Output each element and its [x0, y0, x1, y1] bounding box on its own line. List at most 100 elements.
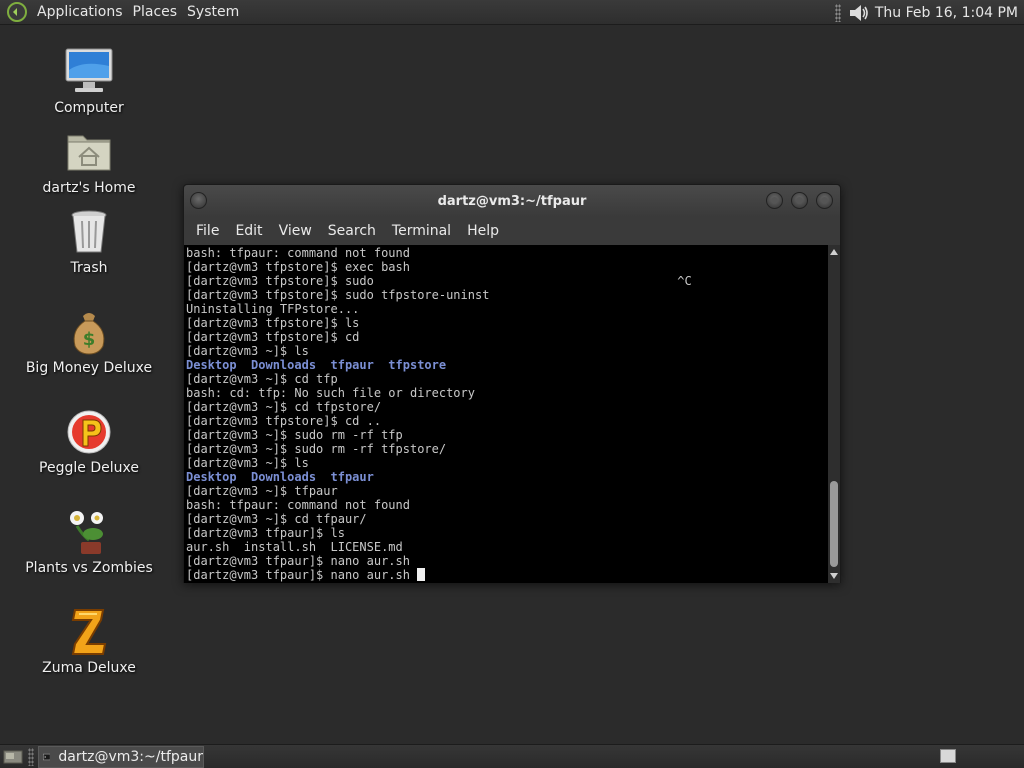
terminal-window: dartz@vm3:~/tfpaur File Edit View Search… [183, 184, 841, 583]
desktop-icon-home[interactable]: dartz's Home [24, 126, 154, 196]
scroll-down-arrow-icon[interactable] [830, 573, 838, 579]
desktop-icon-label: Big Money Deluxe [25, 360, 153, 376]
menu-terminal[interactable]: Terminal [384, 223, 459, 239]
terminal-line: [dartz@vm3 tfpstore]$ exec bash [186, 260, 822, 274]
directory-listing: Desktop Downloads tfpaur [186, 470, 374, 484]
terminal-line: Desktop Downloads tfpaur [186, 470, 822, 484]
terminal-line: Desktop Downloads tfpaur tfpstore [186, 358, 822, 372]
home-folder-icon [67, 135, 111, 171]
terminal-line: [dartz@vm3 tfpstore]$ sudo ^C [186, 274, 822, 288]
terminal-line-text: [dartz@vm3 ~]$ tfpaur [186, 484, 338, 498]
terminal-line: [dartz@vm3 tfpstore]$ cd .. [186, 414, 822, 428]
menu-logo-icon[interactable] [6, 1, 28, 23]
panel-handle [834, 3, 841, 22]
menu-file[interactable]: File [188, 223, 227, 239]
desktop-icon-computer[interactable]: Computer [24, 46, 154, 116]
terminal-line-text: [dartz@vm3 ~]$ ls [186, 456, 309, 470]
desktop-icon-label: Trash [70, 260, 108, 276]
terminal-line-text: [dartz@vm3 tfpstore]$ exec bash [186, 260, 410, 274]
desktop-icon-big-money[interactable]: $ Big Money Deluxe [24, 306, 154, 376]
speaker-icon[interactable] [847, 2, 871, 24]
clock[interactable]: Thu Feb 16, 1:04 PM [875, 5, 1020, 21]
terminal-line-text: [dartz@vm3 ~]$ sudo rm -rf tfp [186, 428, 403, 442]
menu-view[interactable]: View [271, 223, 320, 239]
terminal-line: [dartz@vm3 tfpaur]$ nano aur.sh [186, 554, 822, 568]
terminal-line: [dartz@vm3 ~]$ ls [186, 456, 822, 470]
terminal-line: [dartz@vm3 ~]$ cd tfpstore/ [186, 400, 822, 414]
terminal-line: Uninstalling TFPstore... [186, 302, 822, 316]
terminal-line: [dartz@vm3 tfpaur]$ ls [186, 526, 822, 540]
applications-menu[interactable]: Applications [32, 4, 128, 20]
terminal-line-text: [dartz@vm3 ~]$ cd tfpaur/ [186, 512, 367, 526]
places-menu[interactable]: Places [128, 4, 183, 20]
menu-search[interactable]: Search [320, 223, 384, 239]
terminal-line-text: [dartz@vm3 tfpstore]$ ls [186, 316, 360, 330]
terminal-line-text: bash: tfpaur: command not found [186, 498, 410, 512]
terminal-line-text: [dartz@vm3 tfpaur]$ nano aur.sh [186, 554, 410, 568]
bottom-panel: dartz@vm3:~/tfpaur [0, 744, 1024, 768]
terminal-line: bash: tfpaur: command not found [186, 246, 822, 260]
window-menu-button[interactable] [190, 192, 207, 209]
terminal-line-text: Uninstalling TFPstore... [186, 302, 360, 316]
scroll-up-arrow-icon[interactable] [830, 249, 838, 255]
terminal-line: [dartz@vm3 ~]$ cd tfp [186, 372, 822, 386]
taskbar-task-label: dartz@vm3:~/tfpaur [58, 748, 203, 765]
terminal-area[interactable]: bash: tfpaur: command not found [dartz@vm… [184, 245, 840, 583]
terminal-line-text: [dartz@vm3 tfpstore]$ cd .. [186, 414, 382, 428]
terminal-line-text: [dartz@vm3 tfpaur]$ ls [186, 526, 345, 540]
plants-icon [70, 511, 103, 554]
close-button[interactable] [816, 192, 833, 209]
show-desktop-icon[interactable] [2, 748, 24, 766]
scroll-thumb[interactable] [830, 481, 838, 567]
minimize-button[interactable] [766, 192, 783, 209]
desktop-icon-peggle[interactable]: Peggle Deluxe [24, 406, 154, 476]
desktop-icon-zuma[interactable]: Zuma Deluxe [24, 606, 154, 676]
desktop-icon-label: Computer [54, 100, 124, 116]
taskbar-terminal-button[interactable]: dartz@vm3:~/tfpaur [38, 745, 204, 768]
desktop-icon-label: Peggle Deluxe [39, 460, 139, 476]
terminal-line-text: [dartz@vm3 ~]$ sudo rm -rf tfpstore/ [186, 442, 447, 456]
system-menu[interactable]: System [182, 4, 244, 20]
trash-icon [71, 210, 107, 253]
terminal-output[interactable]: bash: tfpaur: command not found [dartz@vm… [186, 246, 822, 582]
terminal-line: [dartz@vm3 tfpstore]$ ls [186, 316, 822, 330]
terminal-line-text: [dartz@vm3 ~]$ cd tfpstore/ [186, 400, 382, 414]
terminal-line-text: [dartz@vm3 tfpstore]$ sudo ^C [186, 274, 692, 288]
money-bag-icon: $ [73, 313, 105, 355]
terminal-menubar: File Edit View Search Terminal Help [184, 217, 840, 245]
directory-listing: Desktop Downloads tfpaur tfpstore [186, 358, 447, 372]
workspace-switcher[interactable] [940, 749, 956, 763]
menu-edit[interactable]: Edit [227, 223, 270, 239]
terminal-line-text: [dartz@vm3 tfpstore]$ cd [186, 330, 360, 344]
maximize-button[interactable] [791, 192, 808, 209]
terminal-line-text: bash: tfpaur: command not found [186, 246, 410, 260]
menu-help[interactable]: Help [459, 223, 507, 239]
terminal-scrollbar[interactable] [828, 245, 840, 583]
terminal-line: [dartz@vm3 ~]$ tfpaur [186, 484, 822, 498]
desktop-icon-plants-vs-zombies[interactable]: Plants vs Zombies [24, 506, 154, 576]
text-cursor [417, 568, 426, 581]
terminal-line-text: [dartz@vm3 ~]$ ls [186, 344, 309, 358]
top-panel-tray: Thu Feb 16, 1:04 PM [834, 0, 1020, 25]
desktop-icon-label: Zuma Deluxe [42, 660, 136, 676]
window-titlebar[interactable]: dartz@vm3:~/tfpaur [184, 185, 840, 217]
desktop-icon-label: Plants vs Zombies [25, 560, 153, 576]
terminal-line-text: [dartz@vm3 tfpstore]$ sudo tfpstore-unin… [186, 288, 490, 302]
terminal-line: [dartz@vm3 ~]$ cd tfpaur/ [186, 512, 822, 526]
desktop-icon-trash[interactable]: Trash [24, 206, 154, 276]
computer-icon [65, 48, 113, 92]
terminal-line: [dartz@vm3 tfpstore]$ sudo tfpstore-unin… [186, 288, 822, 302]
terminal-line: bash: cd: tfp: No such file or directory [186, 386, 822, 400]
terminal-line: [dartz@vm3 ~]$ sudo rm -rf tfp [186, 428, 822, 442]
window-title: dartz@vm3:~/tfpaur [437, 193, 587, 209]
terminal-line: bash: tfpaur: command not found [186, 498, 822, 512]
terminal-line-text: [dartz@vm3 ~]$ cd tfp [186, 372, 338, 386]
terminal-line: [dartz@vm3 tfpstore]$ cd [186, 330, 822, 344]
svg-text:$: $ [83, 329, 96, 350]
top-panel: Applications Places System Thu Feb 16, 1… [0, 0, 1024, 25]
terminal-line: [dartz@vm3 ~]$ sudo rm -rf tfpstore/ [186, 442, 822, 456]
desktop-icon-label: dartz's Home [42, 180, 136, 196]
terminal-line-text: [dartz@vm3 tfpaur]$ nano aur.sh [186, 568, 418, 582]
terminal-line: [dartz@vm3 ~]$ ls [186, 344, 822, 358]
zuma-icon [71, 609, 107, 655]
